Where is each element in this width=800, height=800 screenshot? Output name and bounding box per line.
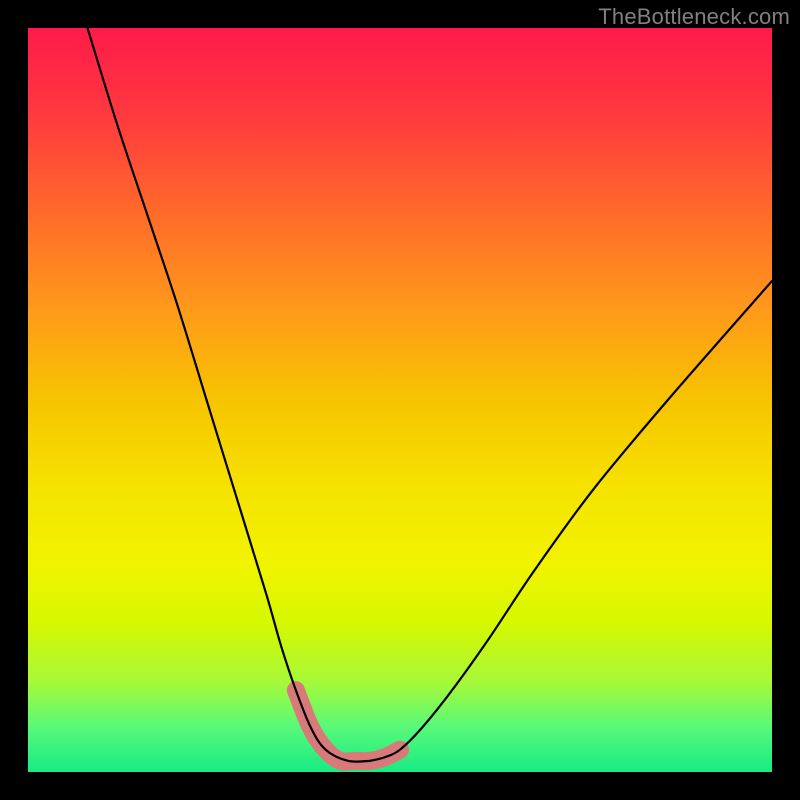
chart-svg — [28, 28, 772, 772]
bottleneck-curve-left-branch — [88, 28, 371, 762]
u-highlight — [296, 690, 400, 762]
watermark-text: TheBottleneck.com — [598, 4, 790, 30]
bottleneck-curve-right-branch — [370, 281, 772, 761]
